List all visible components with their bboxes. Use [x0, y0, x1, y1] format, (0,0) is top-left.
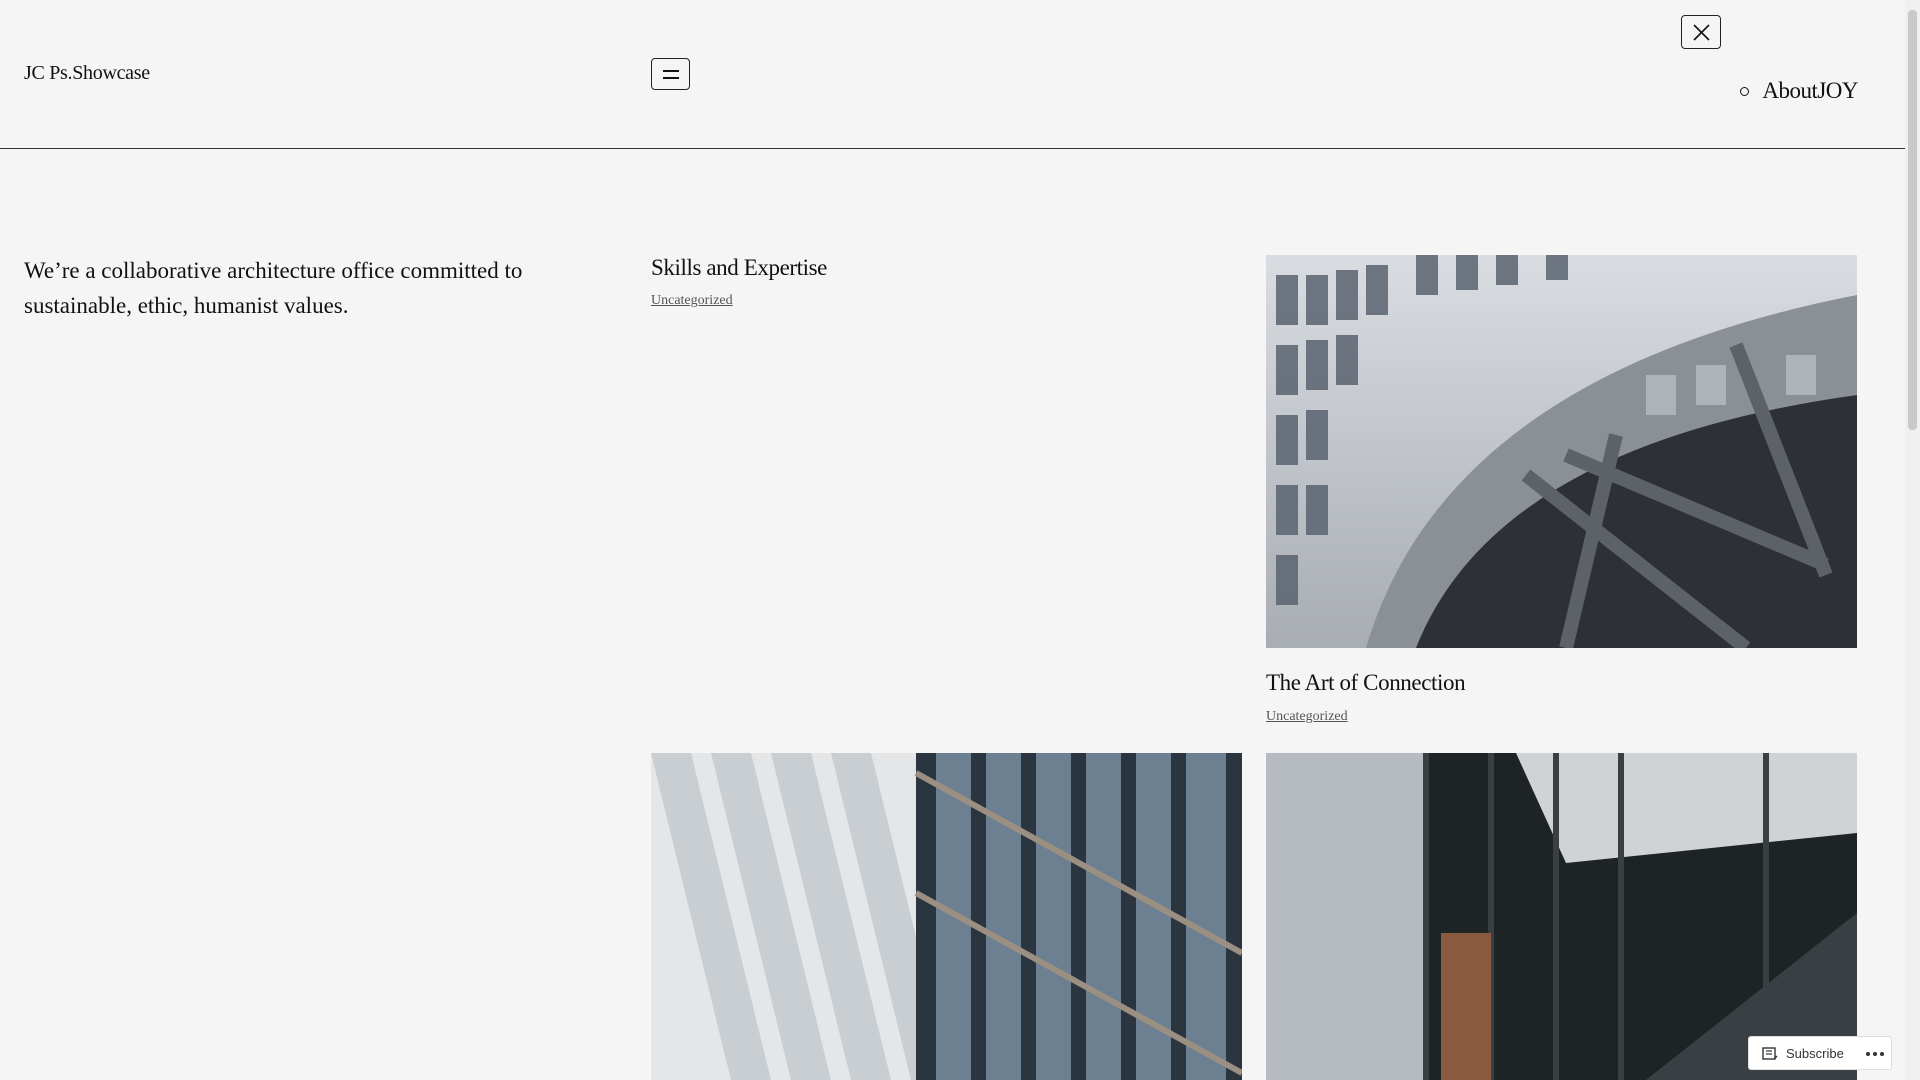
site-title[interactable]: JC Ps.Showcase: [24, 62, 150, 85]
architecture-photo: [1266, 255, 1857, 648]
subscribe-button[interactable]: Subscribe: [1786, 1046, 1844, 1061]
post-featured-image[interactable]: [1266, 255, 1857, 648]
close-icon: [1693, 24, 1710, 41]
menu-icon-line: [663, 77, 679, 79]
reader-icon: [1762, 1047, 1778, 1060]
post-title-skills[interactable]: Skills and Expertise: [651, 255, 827, 281]
subscribe-bar: Subscribe: [1748, 1036, 1892, 1070]
menu-open-button[interactable]: [651, 58, 690, 90]
nav-link-joy[interactable]: JOY: [1817, 78, 1858, 104]
nav-item-joy[interactable]: JOY: [1817, 78, 1858, 104]
site-tagline: We’re a collaborative architecture offic…: [24, 258, 523, 318]
list-bullet-icon: [1740, 86, 1750, 96]
facade-photo: [651, 753, 1242, 1080]
menu-icon: [663, 70, 679, 72]
post-title-art-of-connection[interactable]: The Art of Connection: [1266, 670, 1466, 696]
header-divider: [0, 148, 1905, 149]
nav-link-about[interactable]: About: [1762, 78, 1818, 104]
close-menu-button[interactable]: [1681, 15, 1721, 49]
primary-navigation: About JOY: [1740, 78, 1858, 104]
post-featured-image[interactable]: [1266, 753, 1857, 1080]
more-options-icon[interactable]: [1866, 1052, 1884, 1056]
post-featured-image[interactable]: [651, 753, 1242, 1080]
page-scrollbar[interactable]: [1905, 0, 1920, 1080]
post-category-link[interactable]: Uncategorized: [651, 293, 733, 309]
glass-building-photo: [1266, 753, 1857, 1080]
nav-item-about[interactable]: About: [1740, 78, 1818, 104]
scrollbar-thumb[interactable]: [1908, 10, 1917, 430]
post-category-link[interactable]: Uncategorized: [1266, 709, 1348, 725]
